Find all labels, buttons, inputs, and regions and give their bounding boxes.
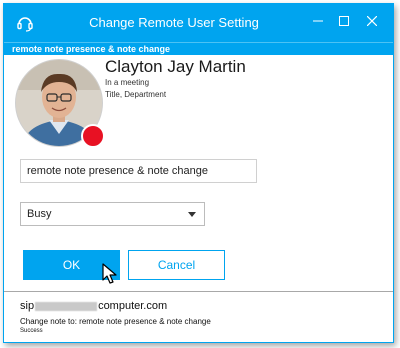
- note-input[interactable]: [20, 159, 257, 183]
- mouse-pointer-icon: [102, 263, 117, 284]
- log-panel: sip computer.com Change note to: remote n…: [4, 292, 393, 342]
- close-icon: [367, 16, 377, 26]
- maximize-button[interactable]: [331, 10, 357, 32]
- log-result: Success: [20, 328, 43, 334]
- log-sip-prefix: sip: [20, 300, 35, 312]
- dialog-window: Change Remote User Setting remote note p…: [3, 3, 394, 343]
- log-sip-suffix: computer.com: [98, 300, 168, 312]
- log-note-line: Change note to: remote note presence & n…: [20, 317, 211, 326]
- chevron-down-icon: [188, 212, 196, 217]
- status-dropdown[interactable]: Busy: [20, 202, 205, 226]
- presence-indicator: [81, 124, 105, 148]
- title-bar[interactable]: Change Remote User Setting: [4, 4, 393, 42]
- close-button[interactable]: [359, 10, 385, 32]
- maximize-icon: [339, 16, 349, 26]
- log-sip-address: sip computer.com: [20, 300, 167, 312]
- window-title: Change Remote User Setting: [89, 15, 259, 30]
- cancel-button[interactable]: Cancel: [128, 250, 225, 280]
- redacted-block: [35, 301, 98, 311]
- minimize-button[interactable]: [305, 10, 331, 32]
- status-dropdown-value: Busy: [27, 208, 52, 220]
- window-subheader: remote note presence & note change: [4, 42, 393, 55]
- user-name: Clayton Jay Martin: [105, 57, 246, 76]
- user-title-department: Title, Department: [105, 90, 167, 99]
- minimize-icon: [313, 20, 323, 22]
- user-status: In a meeting: [105, 78, 150, 87]
